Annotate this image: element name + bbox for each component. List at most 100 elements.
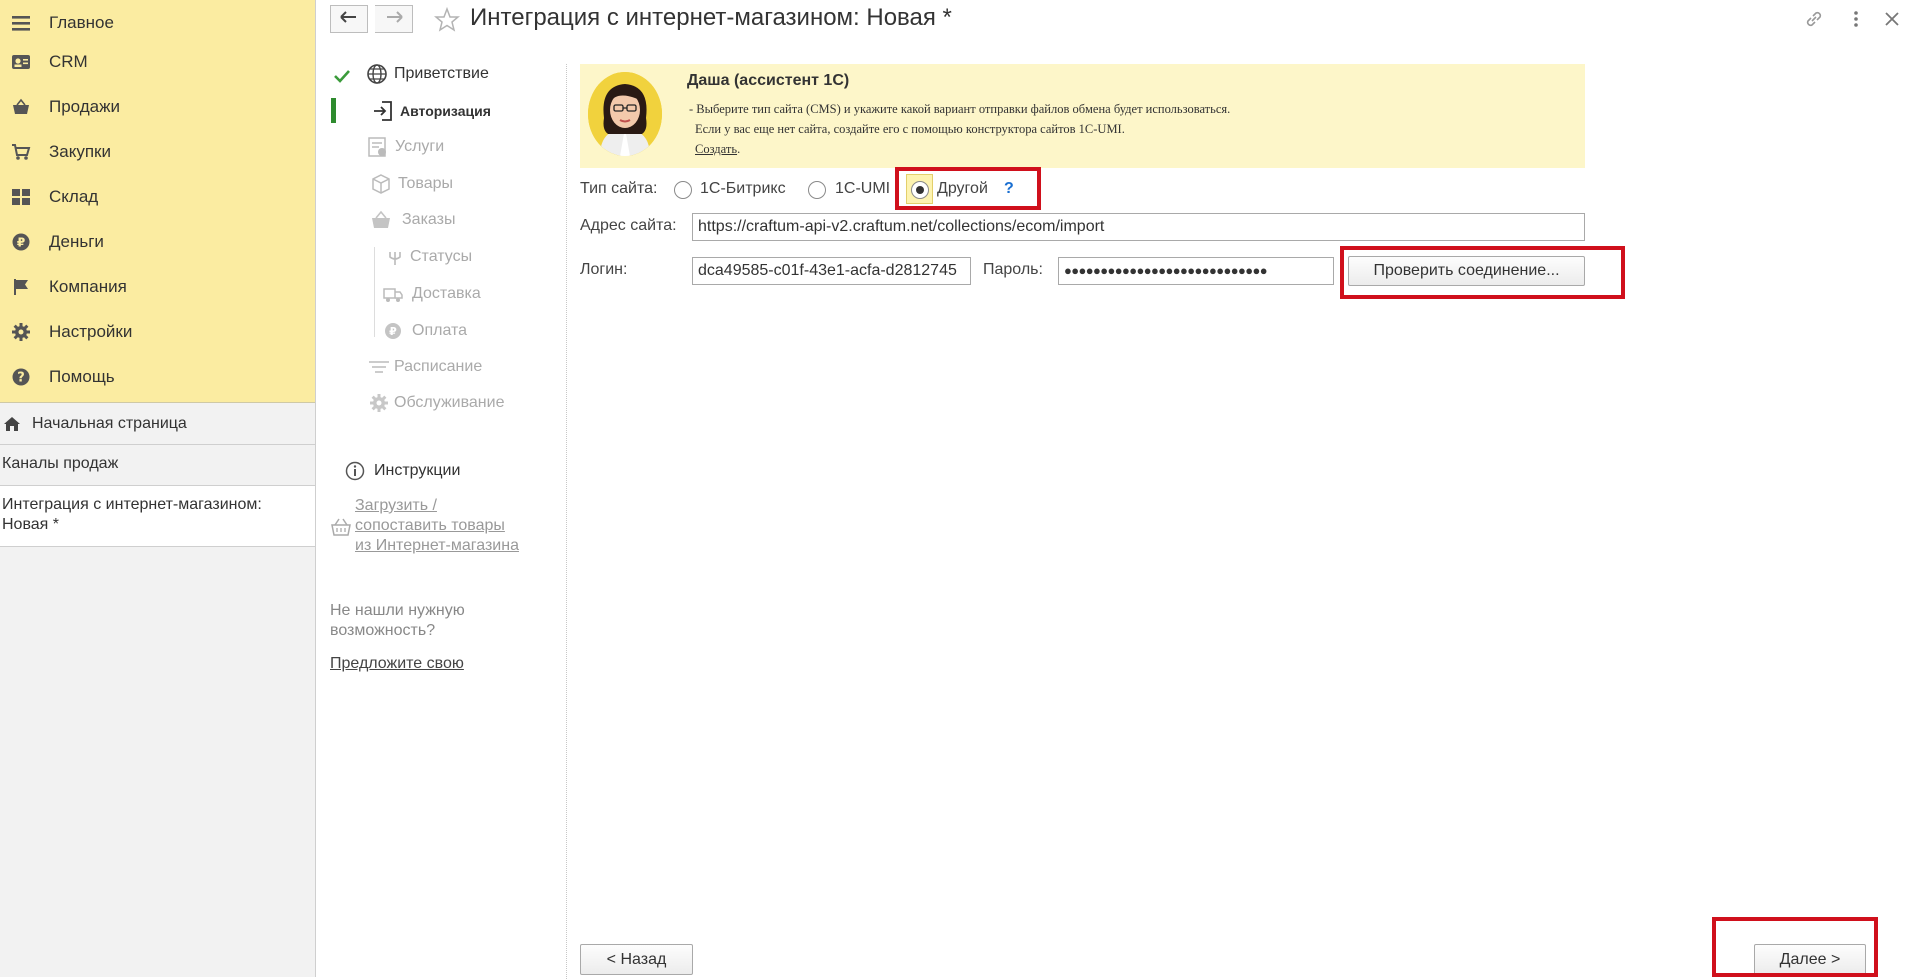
delivery-icon xyxy=(382,283,404,305)
step-label: Статусы xyxy=(410,248,473,265)
step-label: Приветствие xyxy=(394,65,489,82)
step-services[interactable]: Услуги xyxy=(367,136,444,158)
menu-item-money[interactable]: ₽ Деньги xyxy=(0,219,315,264)
current-step-marker xyxy=(331,98,336,123)
basket-icon xyxy=(6,98,36,116)
back-nav-button[interactable] xyxy=(330,5,368,33)
create-site-link[interactable]: Создать xyxy=(695,142,737,156)
help-question-icon[interactable]: ? xyxy=(1004,180,1014,198)
page-title: Интеграция с интернет-магазином: Новая * xyxy=(470,4,952,31)
schedule-icon xyxy=(368,356,390,378)
radio-other-label[interactable]: Другой xyxy=(937,180,988,198)
link-icon[interactable] xyxy=(1803,8,1825,30)
step-goods[interactable]: Товары xyxy=(370,173,453,195)
cart-icon xyxy=(6,143,36,161)
step-label: Обслуживание xyxy=(394,394,505,411)
step-greeting[interactable]: Приветствие xyxy=(366,63,489,85)
open-window-label: Каналы продаж xyxy=(2,455,119,472)
back-button[interactable]: < Назад xyxy=(580,944,693,975)
site-type-label: Тип сайта: xyxy=(580,180,658,197)
address-label: Адрес сайта: xyxy=(580,217,677,234)
menu-item-label: Компания xyxy=(49,276,127,296)
create-suffix: . xyxy=(737,142,741,156)
open-window-label: Интеграция с интернет-магазином: Новая * xyxy=(2,496,262,533)
check-icon xyxy=(333,68,351,89)
menu-item-crm[interactable]: CRM xyxy=(0,39,315,84)
link-line: из Интернет-магазина xyxy=(355,537,519,554)
home-icon xyxy=(3,416,21,432)
password-label: Пароль: xyxy=(983,261,1043,278)
menu-item-label: CRM xyxy=(49,51,88,71)
step-schedule[interactable]: Расписание xyxy=(368,356,482,378)
home-page-tab[interactable]: Начальная страница xyxy=(0,403,315,445)
step-label: Услуги xyxy=(395,138,445,155)
close-icon[interactable] xyxy=(1881,8,1903,30)
warehouse-grid-icon xyxy=(6,188,36,206)
svg-text:?: ? xyxy=(17,370,25,385)
radio-bitrix-label[interactable]: 1С-Битрикс xyxy=(700,180,786,198)
assistant-message-line: Если у вас еще нет сайта, создайте его с… xyxy=(695,122,1125,136)
menu-item-label: Закупки xyxy=(49,141,111,161)
address-input[interactable]: https://craftum-api-v2.craftum.net/colle… xyxy=(692,213,1585,241)
assistant-create-line: Создать. xyxy=(695,142,740,157)
radio-umi[interactable] xyxy=(808,181,826,199)
menu-item-settings[interactable]: Настройки xyxy=(0,309,315,354)
contacts-icon xyxy=(6,53,36,71)
menu-item-label: Помощь xyxy=(49,366,115,386)
assistant-message-line: - Выберите тип сайта (CMS) и укажите как… xyxy=(689,102,1231,116)
menu-item-company[interactable]: Компания xyxy=(0,264,315,309)
ruble-icon: ₽ xyxy=(382,320,404,342)
basket-icon xyxy=(370,209,392,231)
sidebar: Главное CRM Продажи Закупки Склад ₽ День… xyxy=(0,0,316,977)
svg-text:₽: ₽ xyxy=(389,325,397,338)
question-circle-icon: ? xyxy=(6,367,36,387)
menu-item-label: Деньги xyxy=(49,231,104,251)
gear-icon xyxy=(368,392,390,414)
instructions-label: Инструкции xyxy=(374,462,461,479)
basket-sync-icon xyxy=(330,516,352,543)
not-found-line: возможность? xyxy=(330,622,436,639)
more-vertical-icon[interactable] xyxy=(1845,8,1867,30)
instructions-item[interactable]: Инструкции xyxy=(344,460,460,482)
open-window-integration[interactable]: Интеграция с интернет-магазином: Новая * xyxy=(0,486,315,547)
next-button[interactable]: Далее > xyxy=(1754,944,1866,975)
forward-nav-button[interactable] xyxy=(375,5,413,33)
step-label: Расписание xyxy=(394,358,483,375)
password-input[interactable]: ●●●●●●●●●●●●●●●●●●●●●●●●●●●● xyxy=(1058,257,1334,285)
step-statuses[interactable]: Статусы xyxy=(384,246,472,268)
step-authorization[interactable]: Авторизация xyxy=(372,100,491,122)
home-page-label: Начальная страница xyxy=(32,414,187,432)
globe-icon xyxy=(366,63,388,85)
menu-item-label: Главное xyxy=(49,12,114,32)
step-label: Заказы xyxy=(402,211,456,228)
step-maintenance[interactable]: Обслуживание xyxy=(368,392,504,414)
flag-icon xyxy=(6,278,36,296)
menu-item-label: Настройки xyxy=(49,321,133,341)
login-input[interactable]: dca49585-c01f-43e1-acfa-d2812745 xyxy=(692,257,971,285)
step-payment[interactable]: ₽ Оплата xyxy=(382,320,467,342)
arrow-left-icon xyxy=(340,10,358,29)
assistant-name: Даша (ассистент 1С) xyxy=(687,72,850,89)
check-connection-button[interactable]: Проверить соединение... xyxy=(1348,256,1585,286)
suggest-link[interactable]: Предложите свою xyxy=(330,655,464,673)
step-orders[interactable]: Заказы xyxy=(370,209,455,231)
load-match-goods-link[interactable]: Загрузить / сопоставить товары из Интерн… xyxy=(355,496,519,556)
radio-bitrix[interactable] xyxy=(674,181,692,199)
menu-item-help[interactable]: ? Помощь xyxy=(0,354,315,399)
services-icon xyxy=(367,136,389,158)
not-found-text: Не нашли нужную возможность? xyxy=(330,601,465,641)
login-icon xyxy=(372,100,394,122)
menu-item-warehouse[interactable]: Склад xyxy=(0,174,315,219)
menu-item-purchases[interactable]: Закупки xyxy=(0,129,315,174)
box-icon xyxy=(370,173,392,195)
arrow-right-icon xyxy=(385,10,403,29)
open-window-sales-channels[interactable]: Каналы продаж xyxy=(0,445,315,486)
radio-umi-label[interactable]: 1С-UMI xyxy=(835,180,890,198)
star-favorite-icon[interactable] xyxy=(433,6,461,38)
menu-item-sales[interactable]: Продажи xyxy=(0,84,315,129)
step-delivery[interactable]: Доставка xyxy=(382,283,481,305)
trident-icon xyxy=(384,246,406,268)
menu-item-label: Продажи xyxy=(49,96,120,116)
radio-other[interactable] xyxy=(911,181,929,199)
not-found-line: Не нашли нужную xyxy=(330,602,465,619)
